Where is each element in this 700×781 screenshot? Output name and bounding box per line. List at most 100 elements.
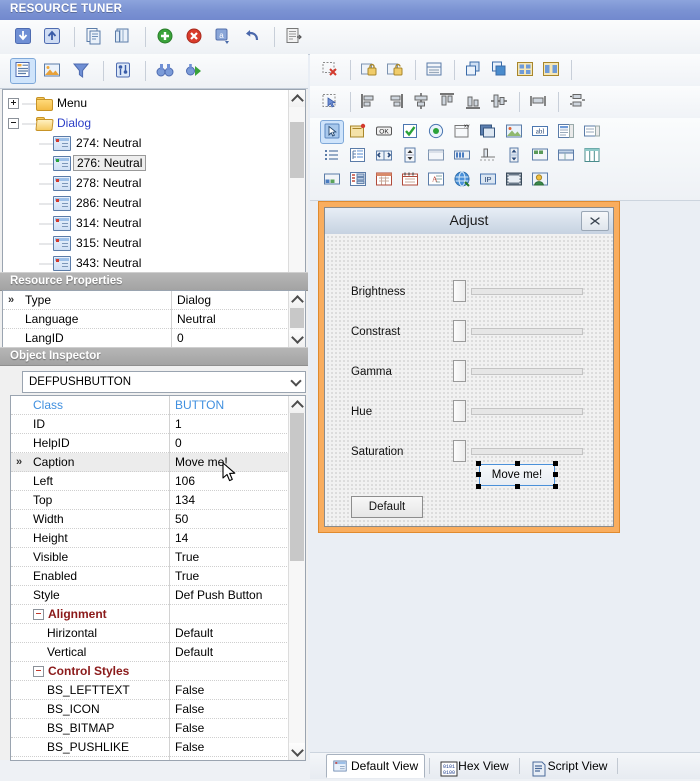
tree-node-274[interactable]: 274: Neutral [7,133,289,153]
listview-tool[interactable] [320,144,344,168]
property-row[interactable]: Hirizontal Default [11,624,289,643]
list-edit-tool[interactable] [346,168,370,192]
rp-scroll-thumb[interactable] [290,308,304,328]
property-value[interactable]: Move me! [175,453,228,471]
user-control-tool[interactable] [528,168,552,192]
property-value[interactable]: False [175,700,204,718]
paste-resource-button[interactable] [110,24,136,50]
add-resource-button[interactable] [152,24,178,50]
slider-constrast[interactable] [453,322,583,338]
align-top-button[interactable] [435,90,459,114]
image-view-button[interactable] [39,58,65,84]
tree-node-276[interactable]: 276: Neutral [7,153,289,173]
web-browser-tool[interactable] [450,168,474,192]
ip-address-tool[interactable]: IP [476,168,500,192]
property-row[interactable]: Class BUTTON [11,396,289,415]
property-value[interactable]: Def Push Button [175,586,262,604]
select-region-button[interactable] [318,90,342,114]
property-value[interactable]: True [175,567,199,585]
slider-track[interactable] [471,368,583,375]
resource-properties-scrollbar[interactable] [288,291,305,347]
find-button[interactable] [152,58,178,84]
label-constrast[interactable]: Constrast [351,326,400,338]
static-frame-tool[interactable] [476,120,500,144]
rp-scroll-down-button[interactable] [289,330,305,347]
resize-handle-ne[interactable] [553,461,558,466]
property-row[interactable]: Height 14 [11,529,289,548]
label-gamma[interactable]: Gamma [351,366,392,378]
property-row[interactable]: Width 50 [11,510,289,529]
resize-handle-sw[interactable] [476,484,481,489]
tree-expander-plus[interactable] [7,97,20,110]
find-next-button[interactable] [181,58,207,84]
tree-node-343[interactable]: 343: Neutral [7,253,289,273]
property-row[interactable]: BS_ICON False [11,700,289,719]
tree-scroll-up-button[interactable] [289,90,305,107]
slider-thumb[interactable] [453,280,466,302]
property-value[interactable]: False [175,719,204,737]
property-value[interactable]: False [175,738,204,756]
copy-resource-button[interactable] [81,24,107,50]
resize-handle-n[interactable] [515,461,520,466]
property-value[interactable]: BUTTON [175,396,224,414]
property-row[interactable]: ID 1 [11,415,289,434]
checkbox-tool[interactable] [398,120,422,144]
slider-hue[interactable] [453,402,583,418]
tree-node-286[interactable]: 286: Neutral [7,193,289,213]
align-bottom-button[interactable] [461,90,485,114]
scrollbar-tool[interactable] [502,144,526,168]
tree-node-315[interactable]: 315: Neutral [7,233,289,253]
dialog-preview[interactable]: Adjust SaturationHueGammaConstrastBright… [324,207,614,527]
object-inspector-grid[interactable]: Class BUTTON ID 1 HelpID 0 » Caption Mov… [10,395,306,761]
label-hue[interactable]: Hue [351,406,372,418]
tree-node-314[interactable]: 314: Neutral [7,213,289,233]
undo-button[interactable] [239,24,265,50]
property-row[interactable]: BS_LEFTTEXT False [11,681,289,700]
label-saturation[interactable]: Saturation [351,446,403,458]
spin-control-tool[interactable] [398,144,422,168]
object-inspector-scrollbar[interactable] [288,396,305,760]
save-file-button[interactable] [39,24,65,50]
status-bar-tool[interactable] [320,168,344,192]
date-picker-tool[interactable] [398,168,422,192]
property-row[interactable]: Enabled True [11,567,289,586]
property-value[interactable]: False [175,681,204,699]
combobox-tool[interactable] [580,120,604,144]
property-row[interactable]: Style Def Push Button [11,586,289,605]
delete-control-button[interactable] [318,58,342,82]
tree-node-dialog[interactable]: Dialog [7,113,289,133]
align-left-button[interactable] [357,90,381,114]
slider-track[interactable] [471,328,583,335]
header-tool[interactable] [554,144,578,168]
dialog-default-button[interactable]: Default [351,496,423,518]
slider-thumb[interactable] [453,440,466,462]
groupbox-tool[interactable]: xy [450,120,474,144]
slider-thumb[interactable] [453,360,466,382]
picture-tool[interactable] [502,120,526,144]
report-button[interactable] [281,24,307,50]
align-center-vertical-button[interactable] [487,90,511,114]
oi-scroll-up-button[interactable] [289,396,305,413]
property-value[interactable]: Default [175,624,213,642]
rich-edit-tool[interactable]: A [424,168,448,192]
dialog-canvas[interactable]: Adjust SaturationHueGammaConstrastBright… [310,200,700,779]
grid-collapse-toggle[interactable] [33,609,44,620]
equal-width-button[interactable] [526,90,550,114]
oi-scroll-thumb[interactable] [290,413,304,561]
label-brightness[interactable]: Brightness [351,286,405,298]
tree-scroll-thumb[interactable] [290,122,304,178]
align-center-horizontal-button[interactable] [409,90,433,114]
tree-node-menu[interactable]: Menu [7,93,289,113]
treeview-tool[interactable] [346,144,370,168]
property-row[interactable]: Alignment [11,605,289,624]
delete-resource-button[interactable] [181,24,207,50]
resize-handle-e[interactable] [553,472,558,477]
property-value[interactable]: 0 [175,434,182,452]
resize-handle-w[interactable] [476,472,481,477]
property-row[interactable]: » Caption Move me! [11,453,289,472]
oi-scroll-down-button[interactable] [289,743,305,760]
align-right-button[interactable] [383,90,407,114]
property-row[interactable]: Vertical Default [11,643,289,662]
property-row[interactable]: Language Neutral [3,310,289,329]
resource-tree-button[interactable] [10,58,36,84]
